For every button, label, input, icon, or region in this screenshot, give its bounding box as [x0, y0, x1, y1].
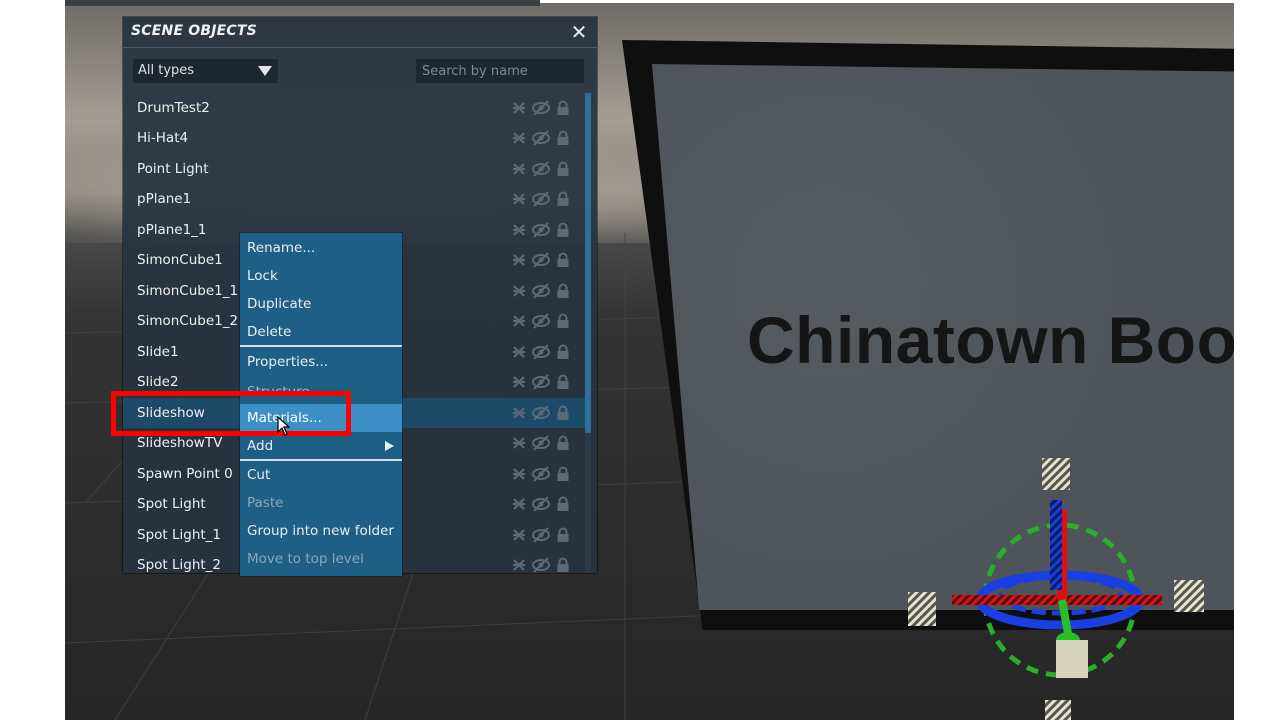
- highlight-annotation: [111, 391, 351, 436]
- row-toggle-icons: [511, 557, 577, 573]
- menu-item-label: Move to top level: [247, 551, 364, 567]
- panel-title: SCENE OBJECTS: [131, 23, 257, 39]
- scene-object-label: SimonCube1: [137, 252, 223, 268]
- close-icon: ✕: [570, 20, 588, 44]
- menu-item-cut[interactable]: Cut: [240, 461, 402, 489]
- menu-item-lock[interactable]: Lock: [240, 262, 402, 290]
- row-toggle-icons: [511, 191, 577, 207]
- scene-object-label: SimonCube1_2: [137, 313, 239, 329]
- menu-item-properties[interactable]: Properties...: [240, 348, 402, 376]
- dropdown-arrow-icon: [258, 66, 272, 76]
- menu-item-paste: Paste: [240, 489, 402, 517]
- type-filter-value: All types: [138, 63, 195, 78]
- scene-object-row[interactable]: Point Light: [123, 154, 588, 184]
- menu-separator: [240, 345, 402, 347]
- top-bar: [65, 0, 540, 6]
- menu-item-label: Cut: [247, 467, 271, 483]
- menu-item-label: Group into new folder: [247, 523, 394, 539]
- close-button[interactable]: ✕: [568, 21, 590, 43]
- scene-object-label: Spot Light_1: [137, 527, 222, 543]
- row-toggle-icons: [511, 252, 577, 268]
- row-toggle-icons: [511, 283, 577, 299]
- scene-object-row[interactable]: DrumTest2: [123, 93, 588, 123]
- scene-object-label: DrumTest2: [137, 100, 210, 116]
- right-margin: [1234, 0, 1280, 720]
- menu-item-label: Duplicate: [247, 296, 312, 312]
- scene-object-row[interactable]: Hi-Hat4: [123, 123, 588, 153]
- scene-object-label: Slide1: [137, 344, 179, 360]
- scrollbar-track[interactable]: [585, 433, 591, 573]
- row-toggle-icons: [511, 222, 577, 238]
- menu-separator: [240, 459, 402, 461]
- row-toggle-icons: [511, 130, 577, 146]
- menu-item-label: Properties...: [247, 354, 329, 370]
- scene-object-label: SimonCube1_1: [137, 283, 239, 299]
- menu-item-label: Delete: [247, 324, 292, 340]
- scene-object-row[interactable]: pPlane1: [123, 184, 588, 214]
- menu-item-label: Lock: [247, 268, 278, 284]
- row-toggle-icons: [511, 435, 577, 451]
- menu-item-duplicate[interactable]: Duplicate: [240, 290, 402, 318]
- row-toggle-icons: [511, 100, 577, 116]
- mouse-cursor-icon: [277, 416, 291, 436]
- scene-object-label: pPlane1: [137, 191, 192, 207]
- row-toggle-icons: [511, 161, 577, 177]
- row-toggle-icons: [511, 466, 577, 482]
- menu-item-label: Rename...: [247, 240, 316, 256]
- row-toggle-icons: [511, 527, 577, 543]
- menu-item-delete[interactable]: Delete: [240, 318, 402, 346]
- menu-item-label: Paste: [247, 495, 284, 511]
- panel-divider: [123, 47, 597, 48]
- scene-object-label: Hi-Hat4: [137, 130, 189, 146]
- type-filter-dropdown[interactable]: All types: [133, 59, 278, 83]
- row-toggle-icons: [511, 374, 577, 390]
- row-toggle-icons: [511, 344, 577, 360]
- row-toggle-icons: [511, 496, 577, 512]
- menu-item-add[interactable]: Add: [240, 432, 402, 460]
- scrollbar-thumb[interactable]: [585, 93, 591, 433]
- menu-item-move-to-top-level: Move to top level: [240, 545, 402, 573]
- scene-object-label: pPlane1_1: [137, 222, 207, 238]
- row-toggle-icons: [511, 405, 577, 421]
- scene-object-label: Spawn Point 0: [137, 466, 233, 482]
- menu-item-group-into-new-folder[interactable]: Group into new folder: [240, 517, 402, 545]
- scene-object-label: Point Light: [137, 161, 209, 177]
- submenu-arrow-icon: [385, 441, 394, 451]
- scene-object-label: Spot Light_2: [137, 557, 222, 573]
- scene-object-label: Spot Light: [137, 496, 206, 512]
- menu-item-label: Add: [247, 438, 274, 454]
- row-toggle-icons: [511, 313, 577, 329]
- menu-item-rename[interactable]: Rename...: [240, 234, 402, 262]
- search-input[interactable]: [416, 59, 584, 83]
